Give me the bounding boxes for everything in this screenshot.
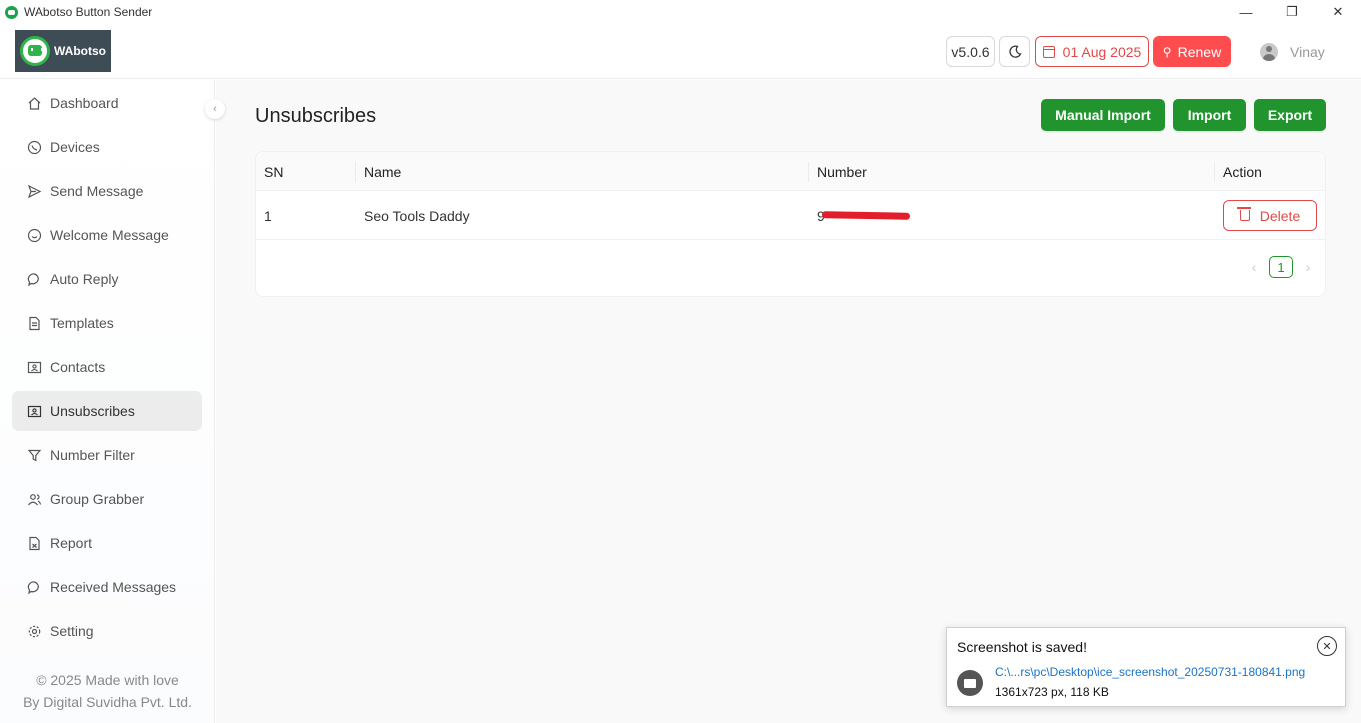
app-logo: WAbotso	[15, 30, 111, 72]
column-divider	[1214, 162, 1215, 182]
filter-icon	[25, 448, 43, 463]
sidebar-item-unsubscribes[interactable]: Unsubscribes	[12, 391, 202, 431]
page-title: Unsubscribes	[255, 105, 377, 127]
footer-copyright: © 2025 Made with love	[36, 672, 179, 688]
home-icon	[25, 96, 43, 111]
app-header: WAbotso v5.0.6 01 Aug 2025 ⚲ Renew Vinay	[0, 24, 1361, 79]
table-header: SN Name Number Action	[256, 152, 1325, 191]
sidebar-item-label: Contacts	[50, 359, 106, 375]
sidebar-item-label: Setting	[50, 623, 94, 639]
column-divider	[355, 162, 356, 182]
contacts-icon	[25, 404, 43, 419]
report-icon	[25, 536, 43, 551]
sidebar-item-report[interactable]: Report	[12, 523, 202, 563]
folder-icon[interactable]	[957, 670, 983, 696]
sidebar-item-label: Report	[50, 535, 93, 551]
sidebar-item-label: Auto Reply	[50, 271, 119, 287]
collapse-sidebar-button[interactable]: ‹	[205, 99, 225, 119]
send-icon	[25, 184, 43, 199]
sidebar-item-setting[interactable]: Setting	[12, 611, 202, 651]
sidebar-item-auto-reply[interactable]: Auto Reply	[12, 259, 202, 299]
calendar-icon	[1042, 45, 1055, 58]
sidebar-item-label: Unsubscribes	[50, 403, 135, 419]
column-header-name: Name	[364, 163, 402, 180]
moon-icon	[1008, 44, 1021, 58]
column-header-number: Number	[817, 163, 867, 180]
sidebar-item-group-grabber[interactable]: Group Grabber	[12, 479, 202, 519]
screenshot-saved-toast: Screenshot is saved! ✕ C:\...rs\pc\Deskt…	[946, 627, 1346, 707]
expiry-date: 01 Aug 2025	[1062, 43, 1142, 60]
window-controls: — ❐ ✕	[1223, 0, 1361, 24]
sidebar-item-label: Received Messages	[50, 579, 177, 595]
renew-button[interactable]: ⚲ Renew	[1153, 36, 1231, 67]
sidebar-item-send-message[interactable]: Send Message	[12, 171, 202, 211]
user-menu[interactable]: Vinay	[1260, 36, 1325, 67]
sidebar-item-contacts[interactable]: Contacts	[12, 347, 202, 387]
delete-label: Delete	[1259, 207, 1301, 224]
sidebar-item-dashboard[interactable]: Dashboard	[12, 83, 202, 123]
toast-title: Screenshot is saved!	[957, 639, 1087, 655]
toast-file-path[interactable]: C:\...rs\pc\Desktop\ice_screenshot_20250…	[995, 665, 1305, 679]
theme-toggle-button[interactable]	[999, 36, 1030, 67]
delete-button[interactable]: Delete	[1223, 200, 1317, 231]
column-header-sn: SN	[264, 163, 284, 180]
app-icon	[5, 5, 18, 19]
manual-import-button[interactable]: Manual Import	[1041, 99, 1165, 131]
cell-name: Seo Tools Daddy	[364, 208, 470, 224]
pagination: ‹ 1 ›	[1247, 256, 1315, 278]
sidebar-item-label: Dashboard	[50, 95, 119, 111]
toast-close-icon[interactable]: ✕	[1317, 636, 1337, 656]
table-row: 1 Seo Tools Daddy 9 Delete	[256, 192, 1325, 240]
next-page-icon[interactable]: ›	[1301, 259, 1315, 275]
version-badge[interactable]: v5.0.6	[946, 36, 995, 67]
cell-sn: 1	[264, 208, 272, 224]
sidebar-item-label: Group Grabber	[50, 491, 145, 507]
footer-company: By Digital Suvidha Pvt. Ltd.	[23, 694, 192, 710]
close-window-button[interactable]: ✕	[1315, 0, 1361, 24]
sidebar-item-welcome-message[interactable]: Welcome Message	[12, 215, 202, 255]
sidebar: ‹ Dashboard Devices Send Message Welcome…	[0, 80, 225, 723]
toast-file-meta: 1361x723 px, 118 KB	[995, 685, 1109, 699]
export-button[interactable]: Export	[1254, 99, 1326, 131]
restore-button[interactable]: ❐	[1269, 0, 1315, 24]
group-icon	[25, 492, 43, 507]
chevron-left-icon: ‹	[213, 103, 217, 115]
sidebar-item-number-filter[interactable]: Number Filter	[12, 435, 202, 475]
key-icon: ⚲	[1162, 44, 1172, 59]
sidebar-item-templates[interactable]: Templates	[12, 303, 202, 343]
prev-page-icon[interactable]: ‹	[1247, 259, 1261, 275]
smile-icon	[25, 228, 43, 243]
sidebar-item-received-messages[interactable]: Received Messages	[12, 567, 202, 607]
user-name: Vinay	[1290, 43, 1325, 60]
minimize-button[interactable]: —	[1223, 0, 1269, 24]
redaction-mark	[821, 211, 911, 220]
import-button[interactable]: Import	[1173, 99, 1246, 131]
page-number[interactable]: 1	[1269, 256, 1293, 278]
avatar	[1260, 42, 1278, 61]
unsubscribes-table: SN Name Number Action 1 Seo Tools Daddy …	[255, 151, 1326, 297]
window-title-bar: WAbotso Button Sender — ❐ ✕	[0, 0, 1361, 24]
gear-icon	[25, 624, 43, 639]
whatsapp-icon	[25, 140, 43, 155]
contacts-icon	[25, 360, 43, 375]
sidebar-item-label: Number Filter	[50, 447, 135, 463]
column-header-action: Action	[1223, 163, 1262, 180]
sidebar-item-label: Welcome Message	[50, 227, 169, 243]
trash-icon	[1236, 207, 1251, 221]
chat-icon	[25, 580, 43, 595]
chat-icon	[25, 272, 43, 287]
sidebar-item-label: Templates	[50, 315, 114, 331]
expiry-date-button[interactable]: 01 Aug 2025	[1035, 36, 1149, 67]
window-title: WAbotso Button Sender	[24, 5, 153, 19]
whatsapp-robot-icon	[20, 36, 50, 66]
renew-label: Renew	[1177, 43, 1222, 60]
document-icon	[25, 316, 43, 331]
column-divider	[808, 162, 809, 182]
sidebar-item-label: Send Message	[50, 183, 144, 199]
sidebar-item-label: Devices	[50, 139, 100, 155]
sidebar-item-devices[interactable]: Devices	[12, 127, 202, 167]
logo-text: WAbotso	[54, 44, 106, 58]
cell-number: 9	[817, 192, 937, 240]
